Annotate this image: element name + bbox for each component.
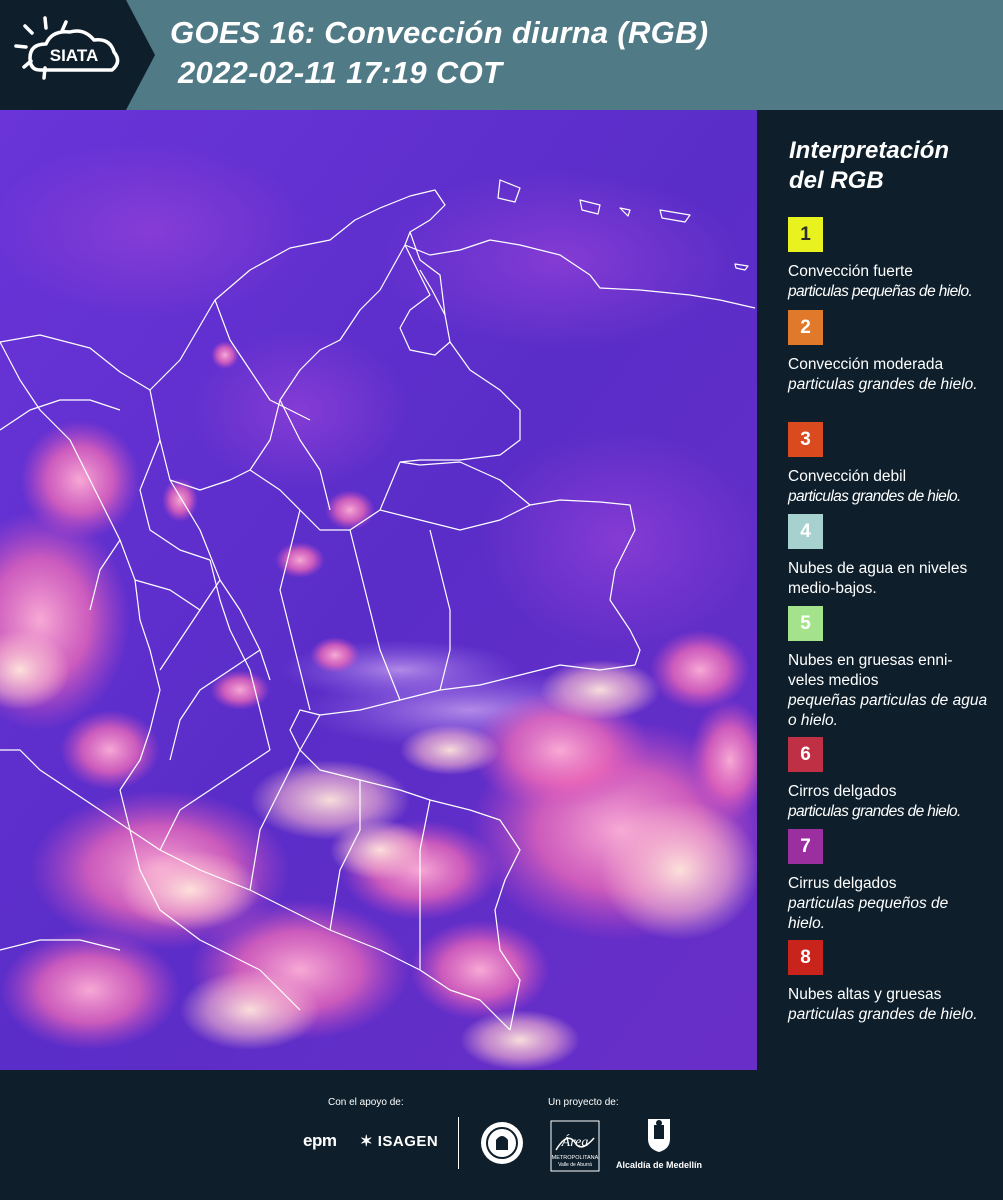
logo-panel: SIATA bbox=[0, 0, 155, 110]
legend-swatch-4: 4 bbox=[788, 514, 823, 549]
municipal-seal-icon bbox=[481, 1122, 523, 1164]
isagen-mark-icon: ✶ bbox=[360, 1133, 374, 1150]
legend-number-8: 8 bbox=[800, 946, 811, 968]
legend-item-3: 3 Convección debil particulas grandes de… bbox=[788, 422, 988, 507]
legend-label-1: Convección fuerte bbox=[788, 263, 913, 280]
support-label: Con el apoyo de: bbox=[328, 1097, 404, 1108]
legend-swatch-8: 8 bbox=[788, 940, 823, 975]
legend-item-5: 5 Nubes en gruesas enni- veles medios pe… bbox=[788, 606, 988, 731]
legend-number-4: 4 bbox=[800, 520, 811, 542]
legend-swatch-3: 3 bbox=[788, 422, 823, 457]
legend-item-6: 6 Cirros delgados particulas grandes de … bbox=[788, 737, 988, 822]
alcaldia-text: Alcaldía de Medellín bbox=[615, 1160, 703, 1170]
legend-detail-2: particulas grandes de hielo. bbox=[788, 376, 978, 393]
legend-detail-6: particulas grandes de hielo. bbox=[788, 803, 961, 820]
legend-swatch-5: 5 bbox=[788, 606, 823, 641]
legend-item-7: 7 Cirrus delgados particulas pequeños de… bbox=[788, 829, 988, 934]
logo-text: SIATA bbox=[50, 46, 98, 65]
legend-swatch-2: 2 bbox=[788, 310, 823, 345]
epm-logo: epm bbox=[303, 1131, 337, 1150]
satellite-image bbox=[0, 110, 757, 1070]
page-timestamp: 2022-02-11 17:19 COT bbox=[178, 55, 503, 90]
legend-title: Interpretación del RGB bbox=[789, 137, 950, 194]
legend-label-6: Cirros delgados bbox=[788, 783, 897, 800]
legend-detail-5: pequeñas particulas de agua o hielo. bbox=[788, 692, 988, 729]
legend-detail-3: particulas grandes de hielo. bbox=[788, 488, 961, 505]
legend-detail-7: particulas pequeños de hielo. bbox=[788, 895, 949, 932]
legend-detail-1: particulas pequeñas de hielo. bbox=[788, 283, 973, 300]
legend-item-1: 1 Convección fuerte particulas pequeñas … bbox=[788, 217, 988, 302]
isagen-text: ISAGEN bbox=[377, 1133, 439, 1150]
legend-item-8: 8 Nubes altas y gruesas particulas grand… bbox=[788, 940, 988, 1025]
coat-of-arms-icon bbox=[648, 1119, 670, 1152]
isagen-logo: ✶ ISAGEN bbox=[360, 1132, 438, 1150]
legend-label-3: Convección debil bbox=[788, 468, 907, 485]
legend-number-2: 2 bbox=[800, 316, 811, 338]
legend-swatch-6: 6 bbox=[788, 737, 823, 772]
header-bar: SIATA GOES 16: Convección diurna (RGB) 2… bbox=[0, 0, 1003, 110]
legend-number-6: 6 bbox=[800, 743, 811, 765]
alcaldia-logo: Alcaldía de Medellín bbox=[614, 1117, 704, 1177]
sun-cloud-icon: SIATA bbox=[14, 16, 120, 80]
legend-number-1: 1 bbox=[800, 223, 811, 245]
legend-swatch-7: 7 bbox=[788, 829, 823, 864]
legend-swatch-1: 1 bbox=[788, 217, 823, 252]
legend-number-7: 7 bbox=[800, 835, 811, 857]
legend-label-2: Convección moderada bbox=[788, 356, 944, 373]
satellite-map[interactable] bbox=[0, 110, 757, 1070]
area-text-metro: METROPOLITANA bbox=[552, 1155, 599, 1161]
legend-item-4: 4 Nubes de agua en niveles medio-bajos. bbox=[788, 514, 988, 599]
area-text-valle: Valle de Aburrá bbox=[558, 1162, 592, 1168]
page-title: GOES 16: Convección diurna (RGB) bbox=[170, 15, 709, 50]
legend-panel: Interpretación del RGB 1 Convección fuer… bbox=[757, 110, 1003, 1070]
legend-number-5: 5 bbox=[800, 612, 811, 634]
legend-label-4: Nubes de agua en niveles medio-bajos. bbox=[788, 560, 968, 597]
footer-divider bbox=[458, 1117, 459, 1169]
legend-label-8: Nubes altas y gruesas bbox=[788, 986, 942, 1003]
area-metropolitana-logo: Área METROPOLITANA Valle de Aburrá bbox=[550, 1120, 600, 1172]
legend-detail-8: particulas grandes de hielo. bbox=[788, 1006, 978, 1023]
area-text-main: Área bbox=[561, 1133, 589, 1150]
legend-label-7: Cirrus delgados bbox=[788, 875, 897, 892]
project-label: Un proyecto de: bbox=[548, 1097, 619, 1108]
legend-item-2: 2 Convección moderada particulas grandes… bbox=[788, 310, 988, 395]
legend-number-3: 3 bbox=[800, 428, 811, 450]
legend-label-5: Nubes en gruesas enni- veles medios bbox=[788, 652, 953, 689]
footer: Con el apoyo de: Un proyecto de: epm ✶ I… bbox=[0, 1070, 1003, 1200]
